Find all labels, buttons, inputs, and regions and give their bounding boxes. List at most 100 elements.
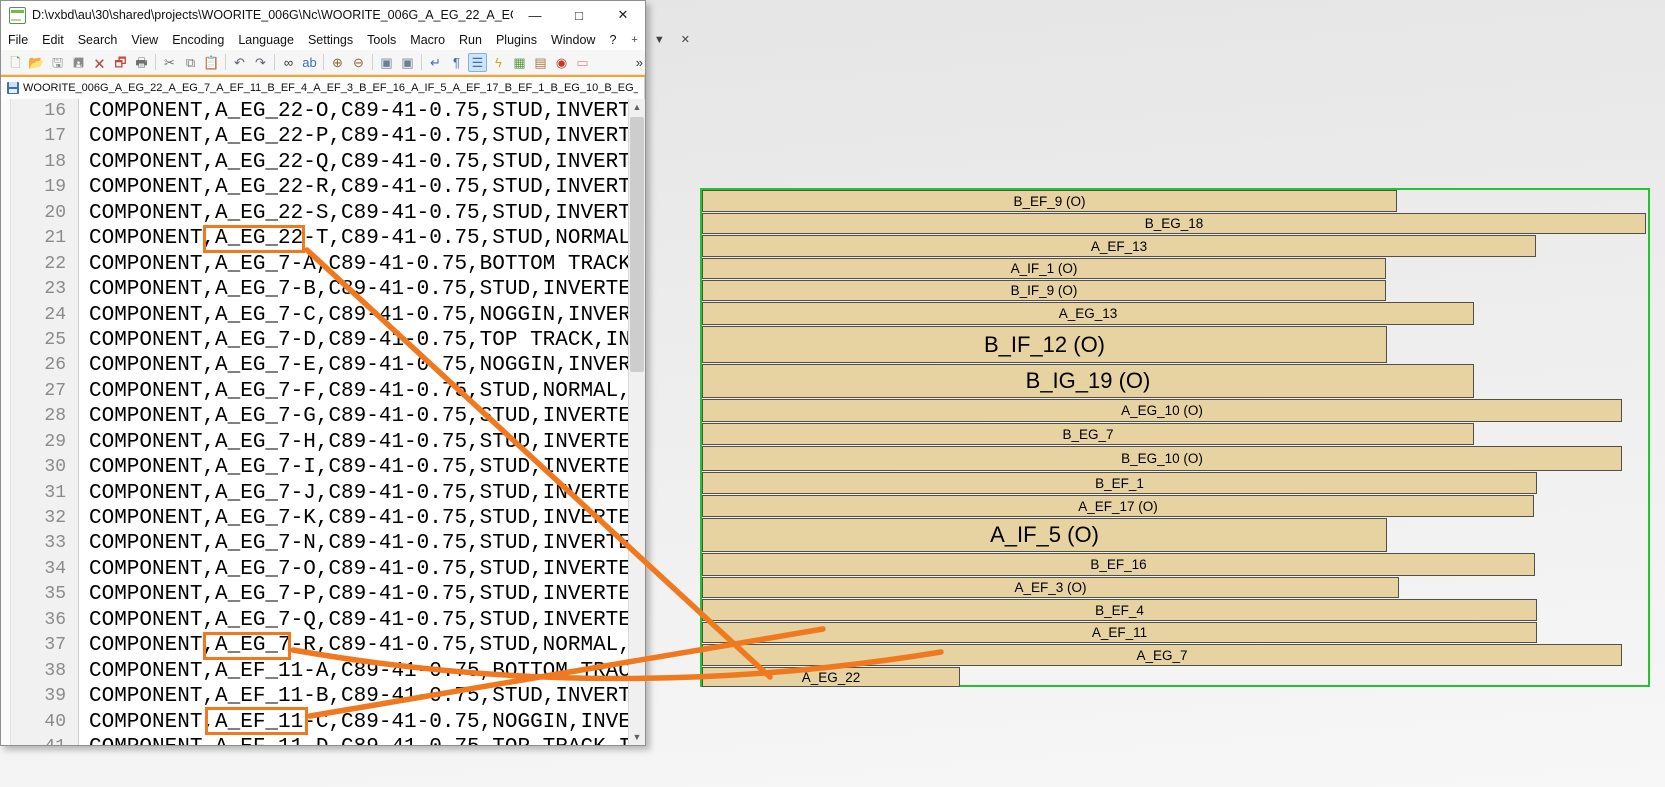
new-file-icon[interactable]: 🗋 bbox=[6, 53, 25, 72]
menu-item-search[interactable]: Search bbox=[71, 31, 125, 49]
code-line-25[interactable]: COMPONENT,A_EG_7-D,C89-41-0.75,TOP TRACK… bbox=[89, 328, 628, 353]
menu-item-window[interactable]: Window bbox=[544, 31, 602, 49]
menu-item-edit[interactable]: Edit bbox=[35, 31, 71, 49]
editor-area[interactable]: 1617181920212223242526272829303132333435… bbox=[1, 99, 645, 745]
menu-item-language[interactable]: Language bbox=[231, 31, 301, 49]
tab-bar: WOORITE_006G_A_EG_22_A_EG_7_A_EF_11_B_EF… bbox=[1, 75, 645, 99]
menu-extra-button[interactable]: ✕ bbox=[673, 33, 698, 46]
code-line-19[interactable]: COMPONENT,A_EG_22-R,C89-41-0.75,STUD,INV… bbox=[89, 175, 628, 200]
code-line-18[interactable]: COMPONENT,A_EG_22-Q,C89-41-0.75,STUD,INV… bbox=[89, 150, 628, 175]
menu-item--[interactable]: ? bbox=[602, 31, 623, 49]
word-wrap-icon[interactable]: ↵ bbox=[426, 53, 445, 72]
code-line-32[interactable]: COMPONENT,A_EG_7-K,C89-41-0.75,STUD,INVE… bbox=[89, 506, 628, 531]
vertical-scrollbar[interactable]: ▲ ▼ bbox=[628, 99, 645, 745]
maximize-button[interactable]: □ bbox=[557, 1, 601, 29]
show-symbols-icon[interactable]: ¶ bbox=[447, 53, 466, 72]
component-bar-a-eg-7: A_EG_7 bbox=[702, 644, 1622, 666]
line-number: 20 bbox=[11, 201, 78, 226]
tab-active[interactable]: WOORITE_006G_A_EG_22_A_EG_7_A_EF_11_B_EF… bbox=[1, 77, 645, 99]
line-number: 18 bbox=[11, 150, 78, 175]
redo-icon[interactable]: ↷ bbox=[251, 53, 270, 72]
code-line-33[interactable]: COMPONENT,A_EG_7-N,C89-41-0.75,STUD,INVE… bbox=[89, 531, 628, 556]
sync-vertical-icon[interactable]: ▣ bbox=[377, 53, 396, 72]
code-pane[interactable]: COMPONENT,A_EG_22-O,C89-41-0.75,STUD,INV… bbox=[79, 99, 628, 745]
print-icon[interactable]: 🖶 bbox=[132, 53, 151, 72]
code-line-24[interactable]: COMPONENT,A_EG_7-C,C89-41-0.75,NOGGIN,IN… bbox=[89, 303, 628, 328]
menu-item-settings[interactable]: Settings bbox=[301, 31, 360, 49]
code-line-22[interactable]: COMPONENT,A_EG_7-A,C89-41-0.75,BOTTOM TR… bbox=[89, 252, 628, 277]
menu-item-file[interactable]: File bbox=[1, 31, 35, 49]
code-line-38[interactable]: COMPONENT,A_EF_11-A,C89-41-0.75,BOTTOM T… bbox=[89, 659, 628, 684]
cut-icon[interactable]: ✂ bbox=[160, 53, 179, 72]
code-line-41[interactable]: COMPONENT,A_EF_11-D,C89-41-0.75,TOP TRAC… bbox=[89, 735, 628, 745]
copy-icon[interactable]: ⧉ bbox=[181, 53, 200, 72]
menu-item-view[interactable]: View bbox=[124, 31, 165, 49]
code-line-30[interactable]: COMPONENT,A_EG_7-I,C89-41-0.75,STUD,INVE… bbox=[89, 455, 628, 480]
component-bar-b-ef-1: B_EF_1 bbox=[702, 472, 1537, 494]
undo-icon[interactable]: ↶ bbox=[230, 53, 249, 72]
find-icon[interactable]: ∞ bbox=[279, 53, 298, 72]
code-line-17[interactable]: COMPONENT,A_EG_22-P,C89-41-0.75,STUD,INV… bbox=[89, 124, 628, 149]
component-bar-a-if-1-o: A_IF_1 (O) bbox=[702, 258, 1386, 279]
menu-extra-button[interactable]: + bbox=[623, 34, 645, 46]
save-all-icon[interactable]: 🖪 bbox=[69, 53, 88, 72]
code-line-29[interactable]: COMPONENT,A_EG_7-H,C89-41-0.75,STUD,INVE… bbox=[89, 430, 628, 455]
menu-item-macro[interactable]: Macro bbox=[403, 31, 452, 49]
menu-extra-button[interactable]: ▼ bbox=[646, 34, 673, 46]
component-bar-a-if-5-o: A_IF_5 (O) bbox=[702, 518, 1387, 552]
code-line-39[interactable]: COMPONENT,A_EF_11-B,C89-41-0.75,STUD,INV… bbox=[89, 684, 628, 709]
code-line-35[interactable]: COMPONENT,A_EG_7-P,C89-41-0.75,STUD,INVE… bbox=[89, 582, 628, 607]
code-line-34[interactable]: COMPONENT,A_EG_7-O,C89-41-0.75,STUD,INVE… bbox=[89, 557, 628, 582]
macro-record-icon[interactable]: ▭ bbox=[573, 53, 592, 72]
close-button[interactable]: ✕ bbox=[601, 1, 645, 29]
minimize-button[interactable]: — bbox=[513, 1, 557, 29]
tab-label: WOORITE_006G_A_EG_22_A_EG_7_A_EF_11_B_EF… bbox=[23, 82, 638, 94]
document-map-icon[interactable]: ▦ bbox=[510, 53, 529, 72]
macro-playback-icon[interactable]: ◉ bbox=[552, 53, 571, 72]
code-line-28[interactable]: COMPONENT,A_EG_7-G,C89-41-0.75,STUD,INVE… bbox=[89, 404, 628, 429]
close-all-icon[interactable]: 🗗 bbox=[111, 53, 130, 72]
doc-switcher-icon[interactable]: ▤ bbox=[531, 53, 550, 72]
title-bar[interactable]: D:\vxbd\au\30\shared\projects\WOORITE_00… bbox=[1, 1, 645, 29]
menu-item-encoding[interactable]: Encoding bbox=[165, 31, 231, 49]
sync-horizontal-icon[interactable]: ▣ bbox=[398, 53, 417, 72]
indent-guide-icon[interactable]: ☰ bbox=[468, 53, 487, 72]
replace-icon[interactable]: ab bbox=[300, 53, 319, 72]
code-line-26[interactable]: COMPONENT,A_EG_7-E,C89-41-0.75,NOGGIN,IN… bbox=[89, 353, 628, 378]
code-line-27[interactable]: COMPONENT,A_EG_7-F,C89-41-0.75,STUD,NORM… bbox=[89, 379, 628, 404]
code-line-20[interactable]: COMPONENT,A_EG_22-S,C89-41-0.75,STUD,INV… bbox=[89, 201, 628, 226]
code-line-31[interactable]: COMPONENT,A_EG_7-J,C89-41-0.75,STUD,INVE… bbox=[89, 481, 628, 506]
open-folder-icon[interactable]: 📂 bbox=[27, 53, 46, 72]
line-number: 25 bbox=[11, 328, 78, 353]
line-number: 36 bbox=[11, 608, 78, 633]
component-bar-a-ef-3-o: A_EF_3 (O) bbox=[702, 577, 1399, 598]
scrollbar-thumb[interactable] bbox=[630, 117, 644, 372]
save-icon[interactable]: 🖫 bbox=[48, 53, 67, 72]
code-line-23[interactable]: COMPONENT,A_EG_7-B,C89-41-0.75,STUD,INVE… bbox=[89, 277, 628, 302]
zoom-out-icon[interactable]: ⊖ bbox=[349, 53, 368, 72]
toolbar-overflow-chevron[interactable]: » bbox=[636, 55, 643, 70]
paste-icon[interactable]: 📋 bbox=[202, 53, 221, 72]
function-list-icon[interactable]: ϟ bbox=[489, 53, 508, 72]
menu-item-tools[interactable]: Tools bbox=[360, 31, 403, 49]
code-line-21[interactable]: COMPONENT,A_EG_22-T,C89-41-0.75,STUD,NOR… bbox=[89, 226, 628, 251]
code-line-36[interactable]: COMPONENT,A_EG_7-Q,C89-41-0.75,STUD,INVE… bbox=[89, 608, 628, 633]
code-line-16[interactable]: COMPONENT,A_EG_22-O,C89-41-0.75,STUD,INV… bbox=[89, 99, 628, 124]
component-bar-b-if-9-o: B_IF_9 (O) bbox=[702, 280, 1386, 301]
line-number: 19 bbox=[11, 175, 78, 200]
menu-item-run[interactable]: Run bbox=[452, 31, 489, 49]
zoom-in-icon[interactable]: ⊕ bbox=[328, 53, 347, 72]
scroll-up-arrow[interactable]: ▲ bbox=[629, 99, 645, 115]
line-number: 39 bbox=[11, 684, 78, 709]
code-line-37[interactable]: COMPONENT,A_EG_7-R,C89-41-0.75,STUD,NORM… bbox=[89, 633, 628, 658]
line-number: 22 bbox=[11, 252, 78, 277]
close-doc-icon[interactable]: 🗙 bbox=[90, 53, 109, 72]
menu-item-plugins[interactable]: Plugins bbox=[489, 31, 544, 49]
scroll-down-arrow[interactable]: ▼ bbox=[629, 729, 645, 745]
code-line-40[interactable]: COMPONENT,A_EF_11-C,C89-41-0.75,NOGGIN,I… bbox=[89, 710, 628, 735]
toolbar-separator bbox=[372, 54, 373, 70]
component-bar-a-ef-13: A_EF_13 bbox=[702, 235, 1536, 257]
line-number: 26 bbox=[11, 353, 78, 378]
line-number: 35 bbox=[11, 582, 78, 607]
line-number: 34 bbox=[11, 557, 78, 582]
